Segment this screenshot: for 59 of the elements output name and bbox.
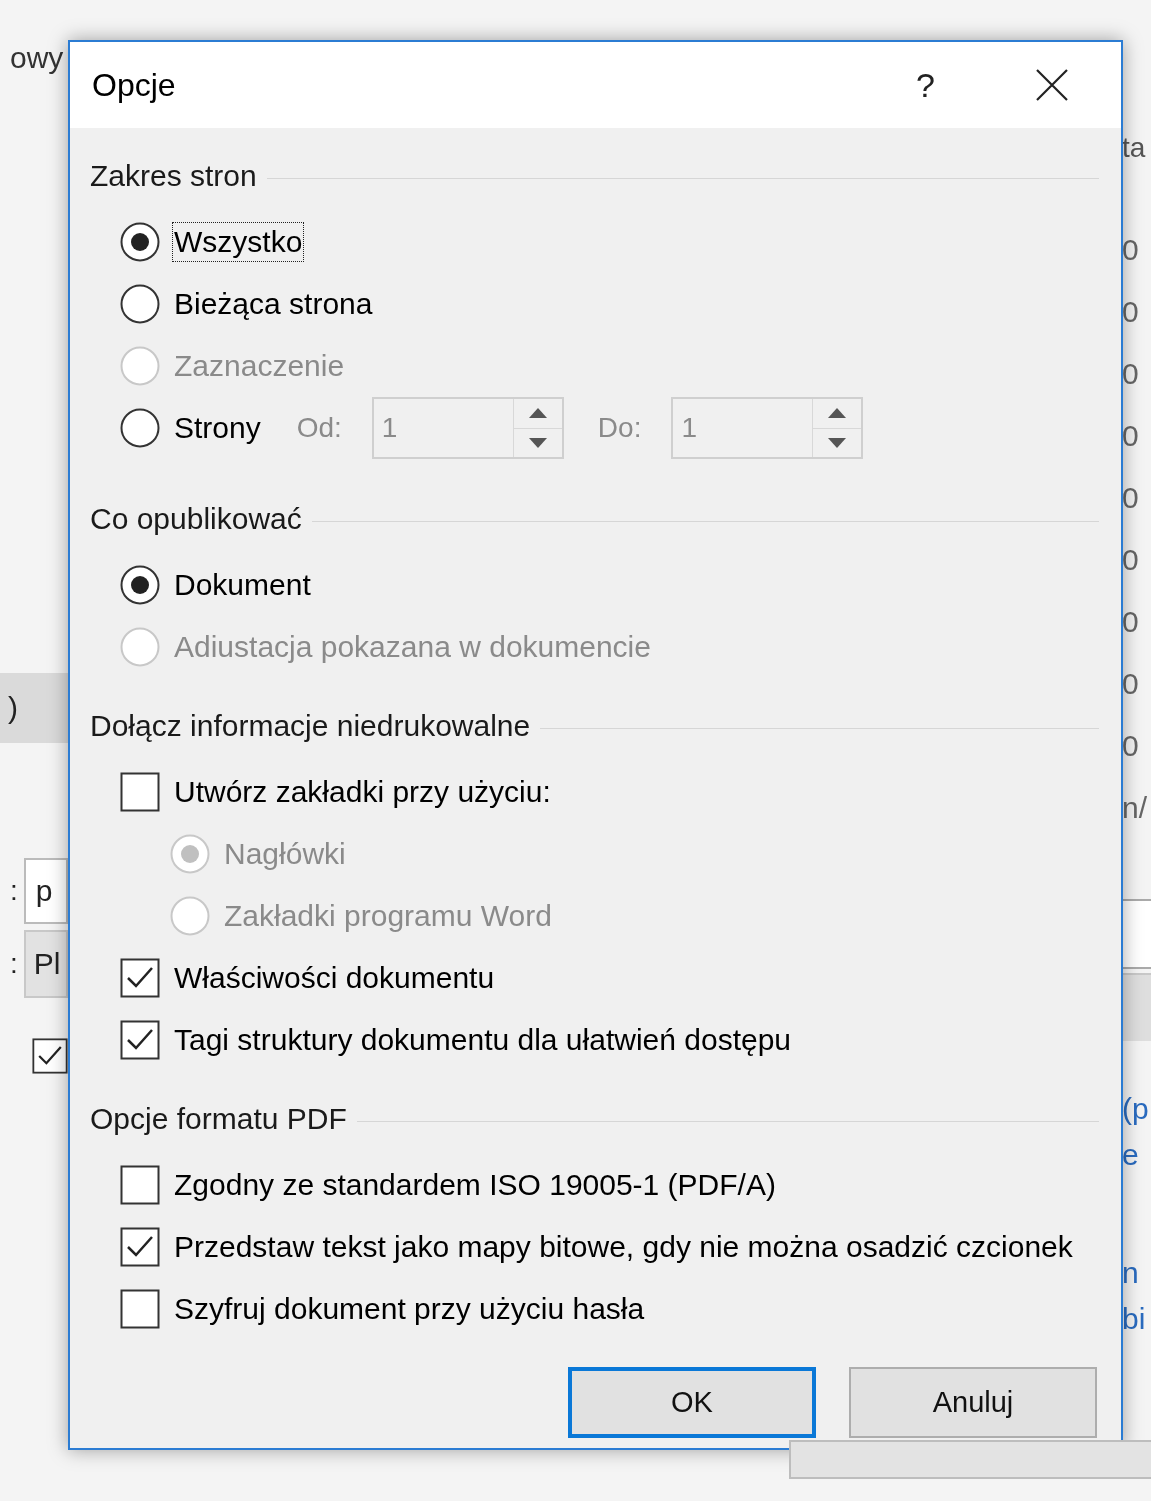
radio-button[interactable] — [120, 284, 160, 324]
table-cell-text: 0 — [1122, 480, 1140, 516]
text-field[interactable]: p — [23, 858, 68, 924]
column-header: ta — [1122, 131, 1147, 165]
table-cell-text: n/ — [1122, 790, 1149, 826]
checkbox-label[interactable]: Właściwości dokumentu — [172, 958, 497, 998]
close-icon[interactable] — [1035, 68, 1069, 102]
table-cell-text: 0 — [1122, 604, 1140, 640]
checkbox[interactable] — [120, 1227, 160, 1267]
field-label: : — [10, 948, 18, 980]
table-cell-text: 0 — [1122, 356, 1140, 392]
dropdown[interactable] — [1122, 973, 1151, 1041]
radio-button[interactable] — [120, 408, 160, 448]
radio-button[interactable] — [120, 565, 160, 605]
checkbox-label[interactable]: Tagi struktury dokumentu dla ułatwień dostępu — [172, 1020, 794, 1060]
table-cell-text: 0 — [1122, 728, 1140, 764]
help-button[interactable]: ? — [916, 65, 935, 105]
link[interactable]: n — [1122, 1250, 1151, 1296]
radio-label[interactable]: Bieżąca strona — [172, 284, 375, 324]
table-cell-text: 0 — [1122, 418, 1140, 454]
window-title: Opcje — [92, 66, 177, 104]
group-title: Opcje formatu PDF — [90, 1101, 347, 1137]
table-cell-text: 0 — [1122, 232, 1140, 268]
link[interactable]: bi — [1122, 1296, 1151, 1342]
triangle-up-icon — [827, 407, 848, 420]
triangle-down-icon — [827, 436, 848, 449]
radio-label[interactable]: Dokument — [172, 565, 313, 605]
table-cell-text: 0 — [1122, 294, 1140, 330]
checkbox[interactable] — [120, 772, 160, 812]
ok-button[interactable]: OK — [568, 1367, 816, 1438]
table-cell-text: 0 — [1122, 666, 1140, 702]
triangle-down-icon — [527, 436, 548, 449]
radio-label[interactable]: Wszystko — [172, 222, 305, 262]
table-cell-text: 0 — [1122, 542, 1140, 578]
radio-button[interactable] — [120, 222, 160, 262]
checkbox[interactable] — [120, 1165, 160, 1205]
checkbox-label[interactable]: Przedstaw tekst jako mapy bitowe, gdy nie można osadzić czcionek — [172, 1227, 1075, 1267]
checkbox[interactable] — [120, 958, 160, 998]
checkbox-label[interactable]: Utwórz zakładki przy użyciu: — [172, 772, 553, 812]
cancel-button[interactable]: Anuluj — [849, 1367, 1097, 1438]
checkbox[interactable] — [120, 1289, 160, 1329]
link[interactable]: e — [1122, 1132, 1151, 1178]
radio-label[interactable]: Strony — [172, 408, 263, 448]
link[interactable]: (p — [1122, 1086, 1151, 1132]
triangle-up-icon — [527, 407, 548, 420]
background-text: owy — [10, 40, 65, 76]
checkbox-label[interactable]: Zgodny ze standardem ISO 19005-1 (PDF/A) — [172, 1165, 778, 1205]
group-title: Dołącz informacje niedrukowalne — [90, 708, 531, 744]
group-title: Co opublikować — [90, 501, 302, 537]
background-bar: ) — [0, 673, 68, 743]
checkbox[interactable] — [120, 1020, 160, 1060]
field-label: Do: — [597, 412, 642, 444]
checkbox[interactable] — [32, 1038, 68, 1074]
text-field[interactable] — [1122, 899, 1151, 969]
dropdown[interactable]: Pl — [23, 930, 68, 998]
field-label: Od: — [296, 412, 342, 444]
checkbox-label[interactable]: Szyfruj dokument przy użyciu hasła — [172, 1289, 647, 1329]
field-label: : — [10, 875, 18, 907]
group-title: Zakres stron — [90, 158, 257, 194]
